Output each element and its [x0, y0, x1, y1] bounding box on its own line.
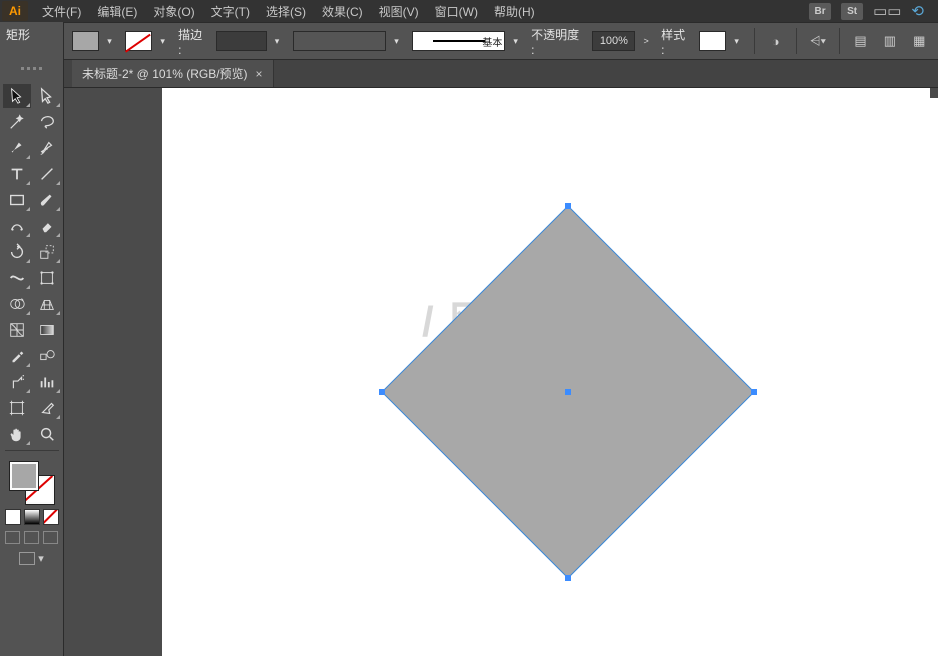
symbol-sprayer-tool[interactable] — [3, 370, 31, 394]
recolor-icon[interactable]: ◑ — [765, 31, 786, 51]
screen-mode-row — [5, 531, 58, 544]
selection-tool[interactable] — [3, 84, 31, 108]
var-width-profile[interactable] — [293, 31, 387, 51]
fill-color-front[interactable] — [9, 461, 39, 491]
screen-mode-button[interactable]: ▾ — [19, 552, 44, 565]
stroke-dropdown-caret[interactable]: ▾ — [160, 36, 170, 47]
document-tab[interactable]: 未标题-2* @ 101% (RGB/预览) × — [72, 60, 274, 87]
zoom-tool[interactable] — [33, 422, 61, 446]
document-tabs: 未标题-2* @ 101% (RGB/预览) × — [0, 60, 938, 88]
menu-edit[interactable]: 编辑(E) — [89, 0, 145, 23]
eyedropper-tool[interactable] — [3, 344, 31, 368]
workspace: / 网 ystem.com — [64, 88, 938, 656]
tool-context-label: 矩形 — [0, 22, 64, 60]
collapsed-panel-strip[interactable] — [930, 88, 938, 98]
stroke-weight-caret[interactable]: ▾ — [275, 36, 285, 47]
menu-file[interactable]: 文件(F) — [34, 0, 89, 23]
artboard-tool[interactable] — [3, 396, 31, 420]
align-left-icon[interactable]: ▤ — [850, 31, 871, 51]
fill-swatch[interactable] — [72, 31, 99, 51]
column-graph-tool[interactable] — [33, 370, 61, 394]
direct-selection-tool[interactable] — [33, 84, 61, 108]
stroke-label: 描边 : — [178, 26, 208, 57]
scale-tool[interactable] — [33, 240, 61, 264]
align-right-icon[interactable]: ▦ — [909, 31, 930, 51]
gradient-tool[interactable] — [33, 318, 61, 342]
color-gradient-icon[interactable] — [24, 509, 40, 525]
menu-object[interactable]: 对象(O) — [145, 0, 202, 23]
fill-stroke-indicator[interactable] — [9, 461, 55, 505]
stroke-swatch[interactable] — [125, 31, 152, 51]
shape-builder-tool[interactable] — [3, 292, 31, 316]
options-bar: ▾ ▾ 描边 : ▾ ▾ 基本 ▾ 不透明度 : 100% > 样式 : ▾ ◑… — [0, 22, 938, 60]
color-mode-row — [5, 509, 59, 525]
magic-wand-tool[interactable] — [3, 110, 31, 134]
draw-inside-icon[interactable] — [43, 531, 58, 544]
width-tool[interactable] — [3, 266, 31, 290]
menu-effect[interactable]: 效果(C) — [314, 0, 371, 23]
graphic-style-swatch[interactable] — [699, 31, 726, 51]
type-tool[interactable] — [3, 162, 31, 186]
separator — [796, 28, 797, 54]
bridge-icon[interactable]: Br — [809, 3, 831, 20]
stock-icon[interactable]: St — [841, 3, 863, 20]
pasteboard[interactable] — [64, 88, 162, 656]
pen-tool[interactable] — [3, 136, 31, 160]
opacity-caret[interactable]: > — [643, 36, 653, 46]
align-selection-icon[interactable]: ⩤▾ — [807, 31, 828, 51]
line-segment-tool[interactable] — [33, 162, 61, 186]
menu-view[interactable]: 视图(V) — [371, 0, 427, 23]
separator — [839, 28, 840, 54]
color-solid-icon[interactable] — [5, 509, 21, 525]
menu-type[interactable]: 文字(T) — [203, 0, 258, 23]
free-transform-tool[interactable] — [33, 266, 61, 290]
separator — [754, 28, 755, 54]
curvature-tool[interactable] — [33, 136, 61, 160]
rectangle-tool[interactable] — [3, 188, 31, 212]
brush-def-caret[interactable]: ▾ — [513, 36, 523, 47]
selected-shape[interactable] — [382, 206, 754, 578]
shaper-tool[interactable] — [3, 214, 31, 238]
mesh-tool[interactable] — [3, 318, 31, 342]
slice-tool[interactable] — [33, 396, 61, 420]
opacity-label: 不透明度 : — [531, 26, 584, 57]
artboard[interactable]: / 网 ystem.com — [162, 88, 938, 656]
app-logo: Ai — [2, 1, 28, 21]
rotate-tool[interactable] — [3, 240, 31, 264]
draw-behind-icon[interactable] — [24, 531, 39, 544]
style-label: 样式 : — [661, 26, 691, 57]
arrange-docs-icon[interactable]: ▭▭ — [873, 2, 901, 20]
draw-normal-icon[interactable] — [5, 531, 20, 544]
brush-definition[interactable]: 基本 — [412, 31, 505, 51]
paintbrush-tool[interactable] — [33, 188, 61, 212]
opacity-input[interactable]: 100% — [592, 31, 635, 51]
align-center-icon[interactable]: ▥ — [879, 31, 900, 51]
var-width-caret[interactable]: ▾ — [394, 36, 404, 47]
lasso-tool[interactable] — [33, 110, 61, 134]
close-tab-icon[interactable]: × — [256, 67, 263, 81]
eraser-tool[interactable] — [33, 214, 61, 238]
color-none-icon[interactable] — [43, 509, 59, 525]
stroke-weight-input[interactable] — [216, 31, 267, 51]
menu-select[interactable]: 选择(S) — [258, 0, 314, 23]
blend-tool[interactable] — [33, 344, 61, 368]
fill-dropdown-caret[interactable]: ▾ — [107, 36, 117, 47]
menu-window[interactable]: 窗口(W) — [427, 0, 486, 23]
menu-bar: Ai 文件(F) 编辑(E) 对象(O) 文字(T) 选择(S) 效果(C) 视… — [0, 0, 938, 22]
toolbox-grip[interactable] — [0, 63, 63, 73]
document-tab-title: 未标题-2* @ 101% (RGB/预览) — [82, 65, 248, 82]
perspective-grid-tool[interactable] — [33, 292, 61, 316]
toolbox: ▾ — [0, 60, 64, 656]
style-caret[interactable]: ▾ — [734, 36, 744, 47]
hand-tool[interactable] — [3, 422, 31, 446]
menu-help[interactable]: 帮助(H) — [486, 0, 543, 23]
divider — [5, 450, 59, 451]
gpu-icon[interactable]: ⟲ — [911, 2, 924, 20]
